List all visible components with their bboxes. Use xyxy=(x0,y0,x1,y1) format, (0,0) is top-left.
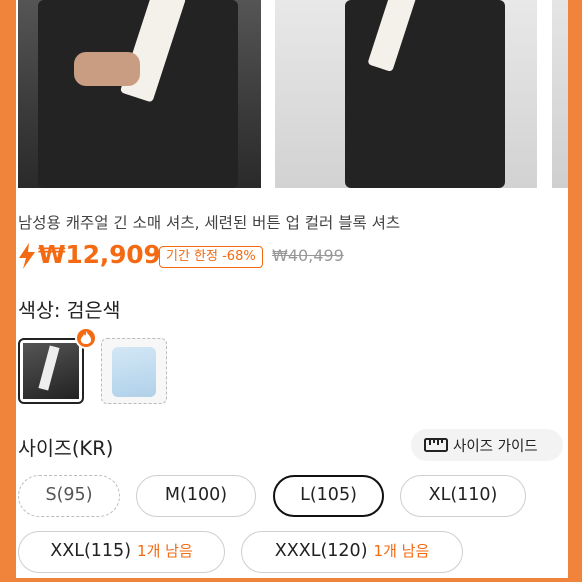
frame-edge-right xyxy=(568,0,582,582)
size-option-s[interactable]: S(95) xyxy=(18,475,120,517)
color-swatch-light-blue[interactable] xyxy=(101,338,167,404)
size-guide-button[interactable]: 사이즈 가이드 xyxy=(411,429,563,461)
discount-badge: 기간 한정 -68% xyxy=(159,246,263,268)
price-row: ₩12,909 기간 한정 -68% ₩40,499 xyxy=(18,240,578,273)
size-option-l[interactable]: L(105) xyxy=(273,475,384,517)
product-photo-1[interactable] xyxy=(18,0,261,188)
product-photo-2[interactable] xyxy=(275,0,537,188)
lightning-icon xyxy=(19,243,35,269)
size-option-m[interactable]: M(100) xyxy=(136,475,256,517)
ruler-icon xyxy=(424,438,448,452)
frame-edge-left xyxy=(0,0,16,582)
size-guide-label: 사이즈 가이드 xyxy=(453,439,538,455)
product-title: 남성용 캐주얼 긴 소매 셔츠, 세련된 버튼 업 컬러 블록 셔츠 xyxy=(18,214,401,232)
stock-note: 1개 남음 xyxy=(137,542,193,560)
product-detail-sheet: 남성용 캐주얼 긴 소매 셔츠, 세련된 버튼 업 컬러 블록 셔츠 ₩12,9… xyxy=(0,0,582,582)
sale-price: ₩12,909 xyxy=(38,240,161,269)
original-price: ₩40,499 xyxy=(272,246,344,265)
size-option-xxl[interactable]: XXL(115) 1개 남음 xyxy=(18,531,225,573)
product-image-gallery[interactable] xyxy=(18,0,582,188)
stock-note: 1개 남음 xyxy=(373,542,430,560)
size-option-xl[interactable]: XL(110) xyxy=(400,475,526,517)
size-option-xxxl[interactable]: XXXL(120) 1개 남음 xyxy=(241,531,463,573)
color-label: 색상: 검은색 xyxy=(18,299,121,322)
color-swatch-black[interactable] xyxy=(18,338,84,404)
fire-icon xyxy=(75,327,97,349)
frame-edge-bottom xyxy=(0,578,582,582)
size-label: 사이즈(KR) xyxy=(18,437,114,460)
